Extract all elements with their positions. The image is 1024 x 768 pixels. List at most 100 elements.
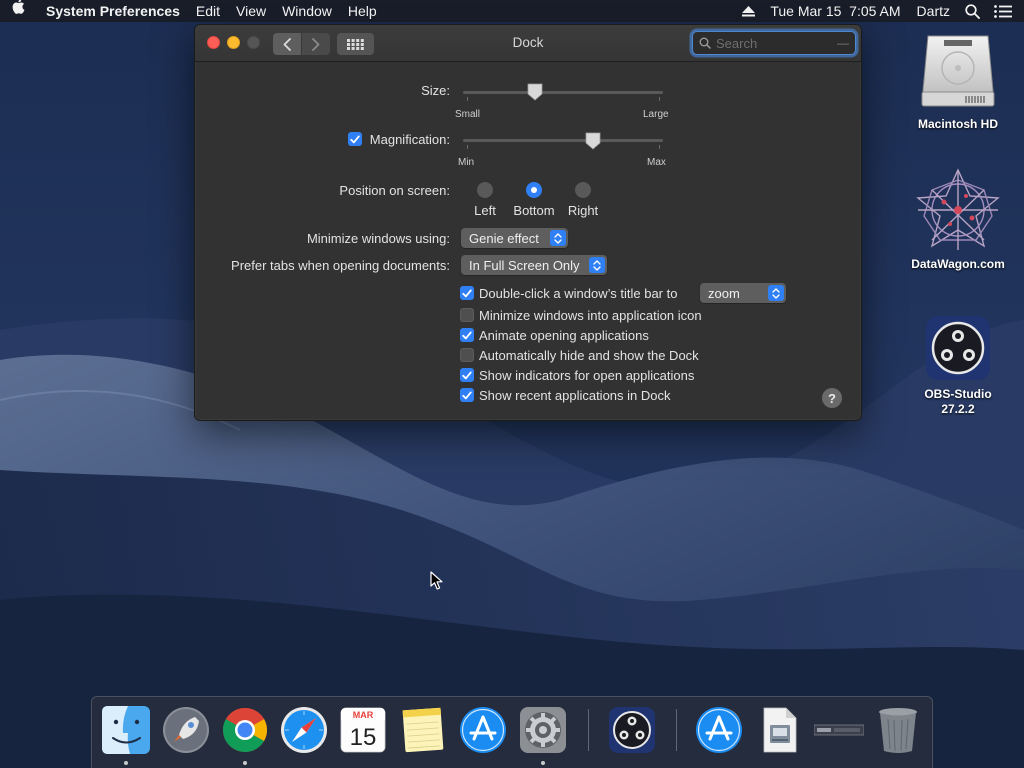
menu-bar: System Preferences Edit View Window Help… xyxy=(0,0,1024,22)
double-click-action-value: zoom xyxy=(708,285,740,301)
dock-trash-icon[interactable] xyxy=(873,705,923,755)
menu-user[interactable]: Dartz xyxy=(909,0,958,22)
dock-preferences-window: Dock — Size: Small Large Magnification: … xyxy=(194,24,862,421)
desktop-icon-label: DataWagon.com xyxy=(911,257,1005,271)
minimize-into-icon-label: Minimize windows into application icon xyxy=(479,308,702,323)
position-label: Position on screen: xyxy=(339,183,450,198)
double-click-label: Double-click a window’s title bar to xyxy=(479,286,678,301)
size-slider-tick-min xyxy=(467,97,468,101)
dock-chrome-icon[interactable] xyxy=(220,705,270,755)
double-click-action-popup[interactable]: zoom xyxy=(700,283,786,303)
dock-app-store-icon[interactable] xyxy=(458,705,508,755)
menu-app-name[interactable]: System Preferences xyxy=(38,0,188,22)
dock-notes-icon[interactable] xyxy=(398,705,448,755)
magnification-max-label: Max xyxy=(647,157,666,168)
window-titlebar[interactable]: Dock — xyxy=(195,25,861,62)
dock-launchpad-icon[interactable] xyxy=(161,705,211,755)
position-left-radio[interactable] xyxy=(477,182,493,198)
checkmark-icon xyxy=(462,371,472,379)
show-indicators-checkbox[interactable] xyxy=(460,368,474,382)
show-recent-apps-checkbox[interactable] xyxy=(460,388,474,402)
prefer-tabs-popup[interactable]: In Full Screen Only xyxy=(461,255,607,275)
dock-separator xyxy=(588,709,589,751)
desktop-icon-datawagon[interactable]: DataWagon.com xyxy=(903,166,1013,272)
size-slider-track[interactable] xyxy=(463,91,663,94)
dock-running-indicator xyxy=(541,761,545,765)
mouse-pointer-icon xyxy=(430,571,443,590)
menu-view[interactable]: View xyxy=(228,0,274,22)
grid-icon xyxy=(347,38,364,50)
autohide-dock-label: Automatically hide and show the Dock xyxy=(479,348,699,363)
position-bottom-radio[interactable] xyxy=(526,182,542,198)
forward-button[interactable] xyxy=(302,33,330,55)
magnification-min-label: Min xyxy=(458,157,475,168)
prefer-tabs-label: Prefer tabs when opening documents: xyxy=(231,258,450,273)
size-slider-thumb[interactable] xyxy=(527,83,543,101)
chevron-left-icon xyxy=(283,37,291,51)
checkmark-icon xyxy=(462,289,472,297)
navigation-buttons xyxy=(273,33,330,55)
size-slider-tick-max xyxy=(659,97,660,101)
magnification-checkbox[interactable] xyxy=(348,132,362,146)
magnification-slider-track[interactable] xyxy=(463,139,663,142)
minimize-into-icon-checkbox[interactable] xyxy=(460,308,474,322)
desktop-icon-label-line2: 27.2.2 xyxy=(941,402,975,416)
calendar-day: 15 xyxy=(350,724,377,751)
minimize-effect-popup[interactable]: Genie effect xyxy=(461,228,568,248)
double-click-checkbox[interactable] xyxy=(460,286,474,300)
show-indicators-label: Show indicators for open applications xyxy=(479,368,695,383)
dock-running-indicator xyxy=(124,761,128,765)
magnification-label: Magnification: xyxy=(369,132,450,147)
show-recent-apps-label: Show recent applications in Dock xyxy=(479,388,671,403)
dock-document-stack-icon[interactable] xyxy=(754,705,804,755)
back-button[interactable] xyxy=(273,33,301,55)
animate-opening-checkbox[interactable] xyxy=(460,328,474,342)
size-label: Size: xyxy=(421,83,450,98)
checkmark-icon xyxy=(462,331,472,339)
search-input[interactable] xyxy=(716,35,836,51)
dock-safari-icon[interactable] xyxy=(279,705,329,755)
desktop-icon-label: Macintosh HD xyxy=(917,117,998,131)
position-right-radio[interactable] xyxy=(575,182,591,198)
hard-drive-icon xyxy=(921,35,995,107)
dock: MAR 15 xyxy=(91,696,933,768)
dock-screenshot-stack-icon[interactable] xyxy=(814,705,864,755)
position-right-label: Right xyxy=(567,203,599,218)
dock-system-preferences-icon[interactable] xyxy=(518,705,568,755)
desktop-icon-obs-studio[interactable]: OBS-Studio 27.2.2 xyxy=(903,314,1013,417)
size-min-label: Small xyxy=(455,109,481,120)
menu-window[interactable]: Window xyxy=(274,0,340,22)
chevron-updown-icon xyxy=(550,230,566,246)
menu-help[interactable]: Help xyxy=(340,0,385,22)
eject-icon[interactable] xyxy=(735,0,762,22)
show-all-button[interactable] xyxy=(337,33,374,55)
zoom-window-button[interactable] xyxy=(247,36,260,49)
magnification-slider-tick-max xyxy=(659,145,660,149)
dock-downloads-stack-icon[interactable] xyxy=(694,705,744,755)
menu-clock[interactable]: Tue Mar 15 7:05 AM xyxy=(762,0,908,22)
dock-obs-icon[interactable] xyxy=(607,705,657,755)
search-field[interactable]: — xyxy=(692,31,856,55)
desktop-icon-macintosh-hd[interactable]: Macintosh HD xyxy=(903,30,1013,132)
dock-calendar-icon[interactable]: MAR 15 xyxy=(338,705,388,755)
chevron-updown-icon xyxy=(768,285,784,301)
chevron-updown-icon xyxy=(589,257,605,273)
autohide-dock-checkbox[interactable] xyxy=(460,348,474,362)
search-icon xyxy=(699,37,711,49)
search-cancel-icon[interactable]: — xyxy=(837,37,849,49)
help-button[interactable]: ? xyxy=(822,388,842,408)
dock-finder-icon[interactable] xyxy=(101,705,151,755)
animate-opening-label: Animate opening applications xyxy=(479,328,649,343)
checkmark-icon xyxy=(462,391,472,399)
close-window-button[interactable] xyxy=(207,36,220,49)
magnification-slider-thumb[interactable] xyxy=(585,132,601,150)
notification-center-icon[interactable] xyxy=(987,0,1024,22)
spotlight-icon[interactable] xyxy=(958,0,987,22)
minimize-window-button[interactable] xyxy=(227,36,240,49)
menu-edit[interactable]: Edit xyxy=(188,0,228,22)
desktop-icon-label-line1: OBS-Studio xyxy=(924,387,992,401)
checkmark-icon xyxy=(350,135,360,143)
datawagon-icon xyxy=(916,168,1000,250)
apple-menu-icon[interactable] xyxy=(0,0,38,22)
minimize-label: Minimize windows using: xyxy=(306,231,450,246)
